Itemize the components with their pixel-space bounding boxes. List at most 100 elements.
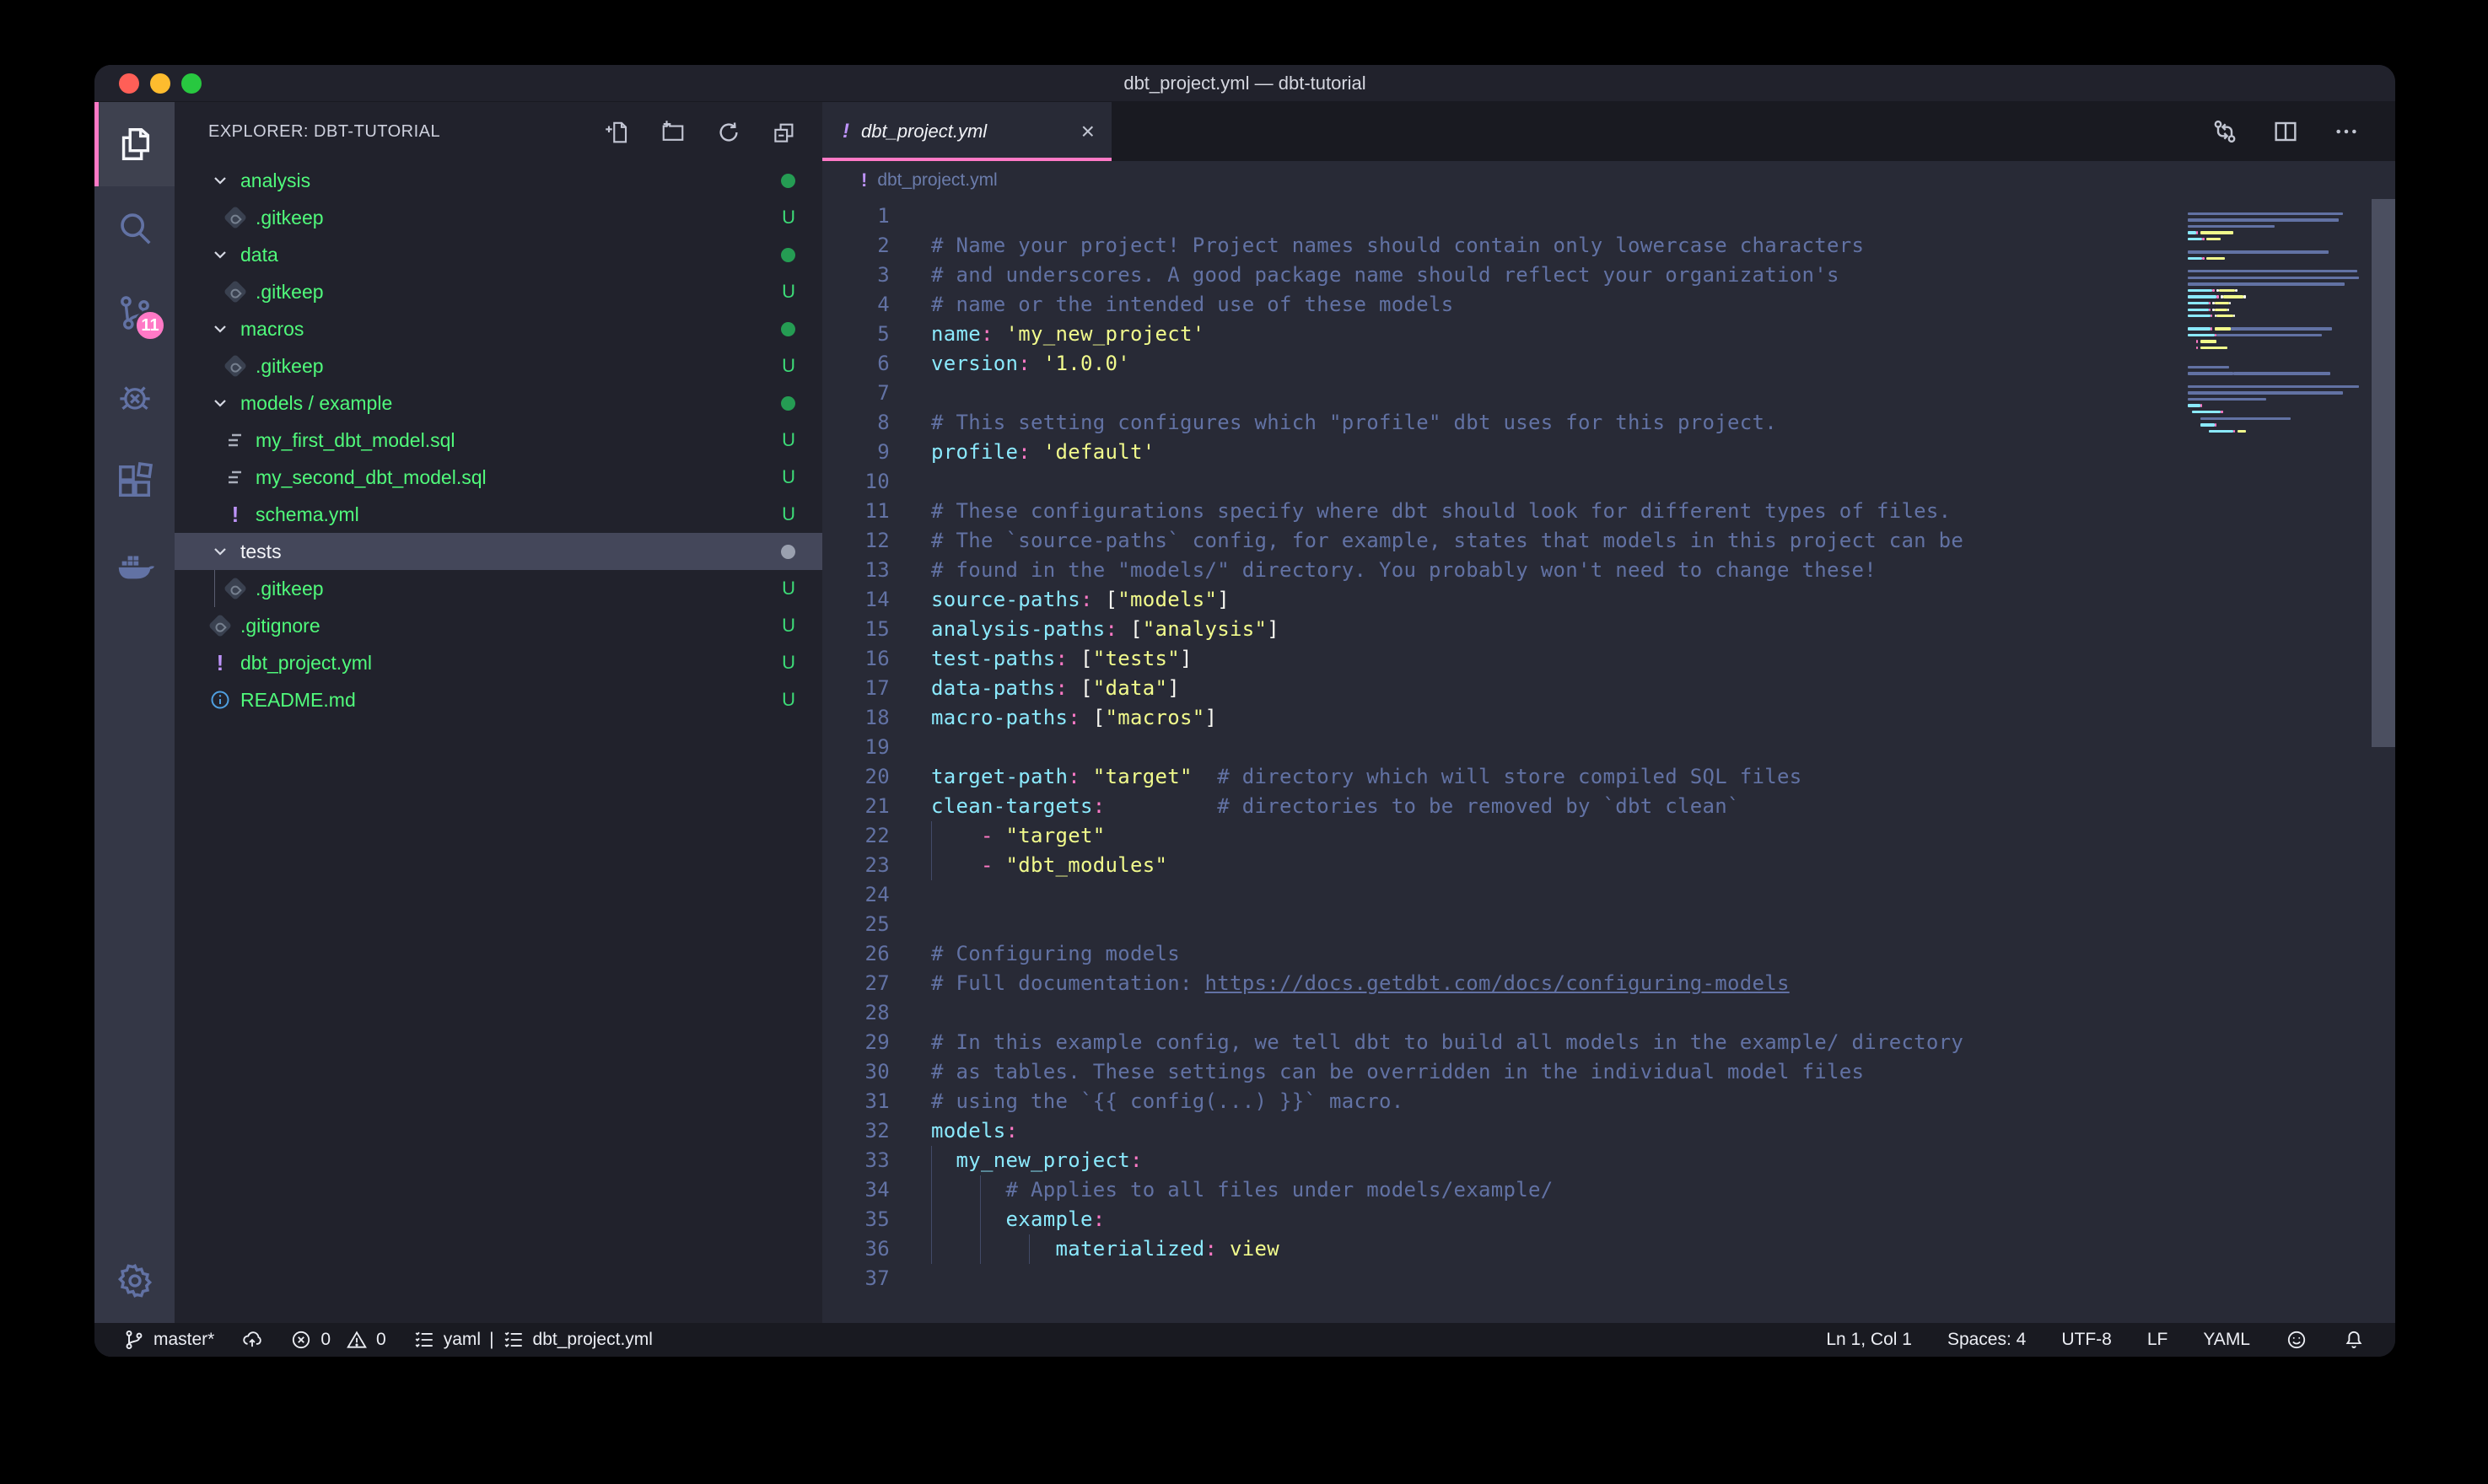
activitybar-explorer-icon[interactable] xyxy=(94,102,175,186)
zoom-window-button[interactable] xyxy=(181,73,202,94)
code-line[interactable]: 34 # Applies to all files under models/e… xyxy=(822,1175,2395,1205)
indentation-status[interactable]: Spaces: 4 xyxy=(1947,1330,2026,1350)
refresh-explorer-icon[interactable] xyxy=(716,120,741,145)
code-line[interactable]: 2# Name your project! Project names shou… xyxy=(822,231,2395,261)
feedback-smiley-icon[interactable] xyxy=(2286,1329,2308,1351)
line-number: 19 xyxy=(822,733,890,762)
code-line[interactable]: 12# The `source-paths` config, for examp… xyxy=(822,526,2395,556)
tree-row--gitkeep[interactable]: .gitkeepU xyxy=(175,273,822,310)
tree-row-readme-md[interactable]: README.mdU xyxy=(175,681,822,718)
activitybar-search-icon[interactable] xyxy=(94,186,175,271)
activitybar-settings-gear-icon[interactable] xyxy=(94,1239,175,1323)
code-line[interactable]: 16test-paths: ["tests"] xyxy=(822,644,2395,674)
language-mode[interactable]: YAML xyxy=(2203,1330,2250,1350)
code-line[interactable]: 19 xyxy=(822,733,2395,762)
notifications-bell-icon[interactable] xyxy=(2343,1329,2365,1351)
activitybar-docker-icon[interactable] xyxy=(94,524,175,608)
indent-guide xyxy=(1029,1234,1030,1264)
git-untracked-badge: U xyxy=(782,689,795,711)
scrollbar-slider[interactable] xyxy=(2372,199,2395,747)
tab-dbt-project-yml[interactable]: ! dbt_project.yml × xyxy=(822,102,1112,161)
close-window-button[interactable] xyxy=(119,73,139,94)
code-lines[interactable]: 12# Name your project! Project names sho… xyxy=(822,199,2395,1323)
code-line[interactable]: 25 xyxy=(822,910,2395,939)
split-editor-icon[interactable] xyxy=(2272,118,2299,145)
code-line[interactable]: 30# as tables. These settings can be ove… xyxy=(822,1057,2395,1087)
git-file-icon xyxy=(223,354,247,378)
new-folder-icon[interactable] xyxy=(660,120,686,145)
tree-row--gitkeep[interactable]: .gitkeepU xyxy=(175,199,822,236)
code-line[interactable]: 31# using the `{{ config(...) }}` macro. xyxy=(822,1087,2395,1116)
code-line[interactable]: 27# Full documentation: https://docs.get… xyxy=(822,969,2395,998)
activitybar-source-control-icon[interactable]: 11 xyxy=(94,271,175,355)
editor-scrollbar[interactable] xyxy=(2372,199,2395,1323)
activitybar-debug-icon[interactable] xyxy=(94,355,175,439)
tree-row-dbt-project-yml[interactable]: !dbt_project.ymlU xyxy=(175,644,822,681)
code-line[interactable]: 26# Configuring models xyxy=(822,939,2395,969)
tree-row-tests[interactable]: tests xyxy=(175,533,822,570)
activitybar-extensions-icon[interactable] xyxy=(94,439,175,524)
code-line[interactable]: 10 xyxy=(822,467,2395,497)
chevron-down-icon xyxy=(209,392,231,414)
tab-close-icon[interactable]: × xyxy=(1081,120,1095,143)
code-line[interactable]: 15analysis-paths: ["analysis"] xyxy=(822,615,2395,644)
outline-status[interactable]: yaml | dbt_project.yml xyxy=(413,1329,653,1351)
code-line[interactable]: 18macro-paths: ["macros"] xyxy=(822,703,2395,733)
code-line[interactable]: 5name: 'my_new_project' xyxy=(822,320,2395,349)
encoding-status[interactable]: UTF-8 xyxy=(2061,1330,2112,1350)
eol-status[interactable]: LF xyxy=(2147,1330,2168,1350)
code-line[interactable]: 29# In this example config, we tell dbt … xyxy=(822,1028,2395,1057)
code-line[interactable]: 14source-paths: ["models"] xyxy=(822,585,2395,615)
code-line[interactable]: 6version: '1.0.0' xyxy=(822,349,2395,379)
collapse-folders-icon[interactable] xyxy=(772,120,797,145)
code-line[interactable]: 11# These configurations specify where d… xyxy=(822,497,2395,526)
code-line[interactable]: 21clean-targets: # directories to be rem… xyxy=(822,792,2395,821)
code-line[interactable]: 35 example: xyxy=(822,1205,2395,1234)
more-actions-icon[interactable] xyxy=(2333,118,2360,145)
new-file-icon[interactable] xyxy=(605,120,630,145)
code-line[interactable]: 17data-paths: ["data"] xyxy=(822,674,2395,703)
tree-row-my-first-dbt-model-sql[interactable]: my_first_dbt_model.sqlU xyxy=(175,422,822,459)
explorer-title: EXPLORER: DBT-TUTORIAL xyxy=(208,122,605,142)
code-line[interactable]: 32models: xyxy=(822,1116,2395,1146)
code-line[interactable]: 13# found in the "models/" directory. Yo… xyxy=(822,556,2395,585)
tree-row--gitkeep[interactable]: .gitkeepU xyxy=(175,570,822,607)
tree-row-models-example[interactable]: models / example xyxy=(175,384,822,422)
outline-lang: yaml xyxy=(444,1330,481,1350)
minimap[interactable] xyxy=(2188,199,2372,441)
tree-item-label: my_second_dbt_model.sql xyxy=(256,466,487,489)
tree-row-data[interactable]: data xyxy=(175,236,822,273)
tree-row-macros[interactable]: macros xyxy=(175,310,822,347)
code-line[interactable]: 4# name or the intended use of these mod… xyxy=(822,290,2395,320)
code-line[interactable]: 7 xyxy=(822,379,2395,408)
code-line[interactable]: 8# This setting configures which "profil… xyxy=(822,408,2395,438)
code-area[interactable]: 12# Name your project! Project names sho… xyxy=(822,199,2395,1323)
sync-changes-icon[interactable] xyxy=(241,1329,263,1351)
git-branch-status[interactable]: master* xyxy=(123,1329,214,1351)
code-line[interactable]: 22 - "target" xyxy=(822,821,2395,851)
minimize-window-button[interactable] xyxy=(150,73,170,94)
minimap-line xyxy=(2188,268,2372,275)
tree-row-analysis[interactable]: analysis xyxy=(175,162,822,199)
code-line[interactable]: 1 xyxy=(822,202,2395,231)
tree-row--gitignore[interactable]: .gitignoreU xyxy=(175,607,822,644)
warnings-icon xyxy=(346,1329,368,1351)
cursor-position[interactable]: Ln 1, Col 1 xyxy=(1826,1330,1912,1350)
code-line[interactable]: 3# and underscores. A good package name … xyxy=(822,261,2395,290)
breadcrumb[interactable]: ! dbt_project.yml xyxy=(822,161,2395,199)
line-number: 25 xyxy=(822,910,890,939)
tree-row-my-second-dbt-model-sql[interactable]: my_second_dbt_model.sqlU xyxy=(175,459,822,496)
open-changes-icon[interactable] xyxy=(2211,118,2238,145)
code-line[interactable]: 24 xyxy=(822,880,2395,910)
code-line[interactable]: 23 - "dbt_modules" xyxy=(822,851,2395,880)
tree-row--gitkeep[interactable]: .gitkeepU xyxy=(175,347,822,384)
code-line[interactable]: 37 xyxy=(822,1264,2395,1293)
code-line[interactable]: 33 my_new_project: xyxy=(822,1146,2395,1175)
code-line[interactable]: 28 xyxy=(822,998,2395,1028)
problems-status[interactable]: 0 0 xyxy=(290,1329,385,1351)
code-line[interactable]: 9profile: 'default' xyxy=(822,438,2395,467)
code-line[interactable]: 20target-path: "target" # directory whic… xyxy=(822,762,2395,792)
code-line[interactable]: 36 materialized: view xyxy=(822,1234,2395,1264)
tree-row-schema-yml[interactable]: !schema.ymlU xyxy=(175,496,822,533)
breadcrumb-file[interactable]: dbt_project.yml xyxy=(877,170,997,191)
